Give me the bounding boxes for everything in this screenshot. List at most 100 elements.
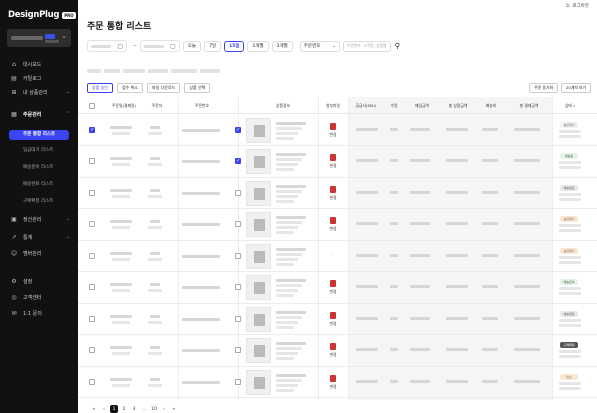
sidebar-sub-pending-payment[interactable]: 입금대기 리스트 <box>23 146 53 156</box>
product-thumbnail[interactable] <box>246 275 271 301</box>
row-checkbox[interactable] <box>89 315 95 322</box>
sidebar-item-stats[interactable]: ↗ 통계 ⌄ <box>0 231 78 243</box>
attachment-cell[interactable]: 변경 <box>323 217 343 232</box>
attachment-cell[interactable]: 변경 <box>323 374 343 390</box>
row-checkbox[interactable] <box>89 378 95 385</box>
logout-button[interactable]: ⏻ 로그아웃 <box>566 3 589 9</box>
col-status[interactable]: 상태 ▿ <box>552 97 588 114</box>
cancel-receipt-button[interactable]: 접수 취소 <box>117 83 143 93</box>
attachment-change-link[interactable]: 변경 <box>330 321 337 326</box>
sidebar-item-orders[interactable]: ▦ 주문관리 ⌃ <box>0 108 78 120</box>
sidebar-item-label: 내 상품관리 <box>23 89 48 96</box>
row-checkbox[interactable] <box>89 189 95 196</box>
next-page-button[interactable]: › <box>160 405 168 413</box>
table-row[interactable]: ✓ ✓ 변경 승인대기 <box>78 114 597 146</box>
search-type-select[interactable]: 주문번호 ⌄ <box>299 40 340 52</box>
table-row[interactable]: 변경 배송완료 <box>78 303 597 335</box>
range-3m[interactable]: 3개월 <box>271 40 293 52</box>
prev-page-button[interactable]: ‹ <box>100 405 108 413</box>
range-today[interactable]: 오늘 <box>182 40 202 52</box>
file-download-button[interactable]: 파일 다운로드 <box>147 83 181 93</box>
search-input[interactable]: 주문번호, 고객명, 상품명 <box>342 40 391 52</box>
attachment-change-link[interactable]: 변경 <box>330 289 337 294</box>
product-checkbox[interactable] <box>235 347 241 354</box>
product-checkbox[interactable] <box>235 284 241 291</box>
product-checkbox[interactable]: ✓ <box>235 126 241 133</box>
file-icon <box>330 311 336 319</box>
row-checkbox[interactable] <box>89 221 95 228</box>
product-icon: ⊞ <box>11 88 17 96</box>
sidebar-sub-shipping-ready[interactable]: 배송준비 리스트 <box>23 163 53 173</box>
product-checkbox[interactable] <box>235 189 241 196</box>
filter-icon: ▿ <box>571 103 576 108</box>
attachment-cell[interactable]: 변경 <box>323 122 343 138</box>
page-3-button[interactable]: 3 <box>130 405 138 413</box>
product-checkbox[interactable] <box>235 378 241 385</box>
order-sync-button[interactable]: 주문 동기화 <box>529 83 558 93</box>
product-checkbox[interactable] <box>235 221 241 228</box>
page-10-button[interactable]: 10 <box>150 405 158 413</box>
range-1m[interactable]: 1개월 <box>247 40 269 52</box>
sidebar-item-members[interactable]: ☺ 멤버관리 <box>0 247 78 259</box>
table-row[interactable]: 변경 취소 <box>78 366 597 398</box>
attachment-cell[interactable]: 변경 <box>323 280 343 295</box>
sidebar-sub-shipped[interactable]: 배송완료 리스트 <box>23 180 53 190</box>
attachment-change-link[interactable]: 변경 <box>330 132 337 137</box>
range-15d[interactable]: 15일 <box>224 40 245 52</box>
table-row[interactable]: 변경 승인대기 <box>78 209 597 241</box>
row-checkbox[interactable] <box>89 158 95 165</box>
attachment-cell[interactable]: 변경 <box>323 343 343 358</box>
product-thumbnail[interactable] <box>246 306 271 332</box>
end-date-field[interactable]: ▢ <box>139 40 180 52</box>
brand-logo[interactable]: DesignPlug PRO <box>8 9 76 21</box>
row-checkbox[interactable] <box>89 347 95 354</box>
row-checkbox[interactable] <box>89 284 95 291</box>
product-thumbnail[interactable] <box>246 212 271 238</box>
select-all-checkbox[interactable] <box>89 103 95 109</box>
sidebar-item-products[interactable]: ⊞ 내 상품관리 ⌄ <box>0 86 78 98</box>
last-page-button[interactable]: » <box>170 405 178 413</box>
first-page-button[interactable]: « <box>90 405 98 413</box>
table-row[interactable]: ✓ 변경 배송중 <box>78 146 597 178</box>
product-thumbnail[interactable] <box>246 180 271 206</box>
row-checkbox[interactable] <box>89 252 95 259</box>
attachment-cell[interactable]: 변경 <box>323 185 343 201</box>
table-row[interactable]: 변경 배송완료 <box>78 177 597 209</box>
sidebar-item-catalog[interactable]: ▤ 카탈로그 <box>0 72 78 84</box>
product-checkbox[interactable] <box>235 252 241 259</box>
sidebar-item-settlement[interactable]: ▣ 정산관리 ⌄ <box>0 213 78 225</box>
table-row[interactable]: 변경 배송준비 <box>78 272 597 304</box>
product-thumbnail[interactable] <box>246 243 271 269</box>
product-checkbox[interactable]: ✓ <box>235 158 241 165</box>
sidebar-item-settings[interactable]: ⚙ 설정 <box>0 275 78 287</box>
product-thumbnail[interactable] <box>246 369 271 395</box>
attachment-change-link[interactable]: 변경 <box>330 226 337 231</box>
attachment-cell[interactable]: 변경 <box>323 311 343 327</box>
sidebar-sub-order-list[interactable]: 주문 통합 리스트 <box>9 130 69 140</box>
table-row[interactable]: · 승인대기 <box>78 240 597 272</box>
product-thumbnail[interactable] <box>246 117 271 143</box>
sidebar-sub-confirmed[interactable]: 구매확정 리스트 <box>23 197 53 207</box>
page-size-select[interactable]: 20개씩 보기 <box>560 83 591 93</box>
product-thumbnail[interactable] <box>246 338 271 364</box>
account-selector[interactable]: ⌄ <box>7 29 71 47</box>
sidebar-item-support[interactable]: ◎ 고객센터 <box>0 291 78 303</box>
start-date-field[interactable]: ▢ <box>87 40 127 52</box>
attachment-change-link[interactable]: 변경 <box>330 163 337 168</box>
row-checkbox[interactable]: ✓ <box>89 126 95 133</box>
sidebar-item-dashboard[interactable]: ⌂ 대시보드 <box>0 58 78 70</box>
product-thumbnail[interactable] <box>246 149 271 175</box>
page-2-button[interactable]: 2 <box>120 405 128 413</box>
product-checkbox[interactable] <box>235 315 241 322</box>
table-row[interactable]: 변경 구매확정 <box>78 335 597 367</box>
select-products-button[interactable]: 상품 선택 <box>184 83 211 93</box>
sidebar-item-inquiry[interactable]: ✉ 1:1 문의 <box>0 307 78 319</box>
search-icon[interactable]: ⚲ <box>395 42 400 50</box>
attachment-change-link[interactable]: 변경 <box>330 384 337 389</box>
approve-button[interactable]: 상품 승인 <box>87 83 113 93</box>
attachment-change-link[interactable]: 변경 <box>330 352 337 357</box>
attachment-cell[interactable]: 변경 <box>323 154 343 169</box>
page-1-button[interactable]: 1 <box>110 405 118 413</box>
attachment-change-link[interactable]: 변경 <box>330 195 337 200</box>
range-7d[interactable]: 7일 <box>204 40 222 52</box>
